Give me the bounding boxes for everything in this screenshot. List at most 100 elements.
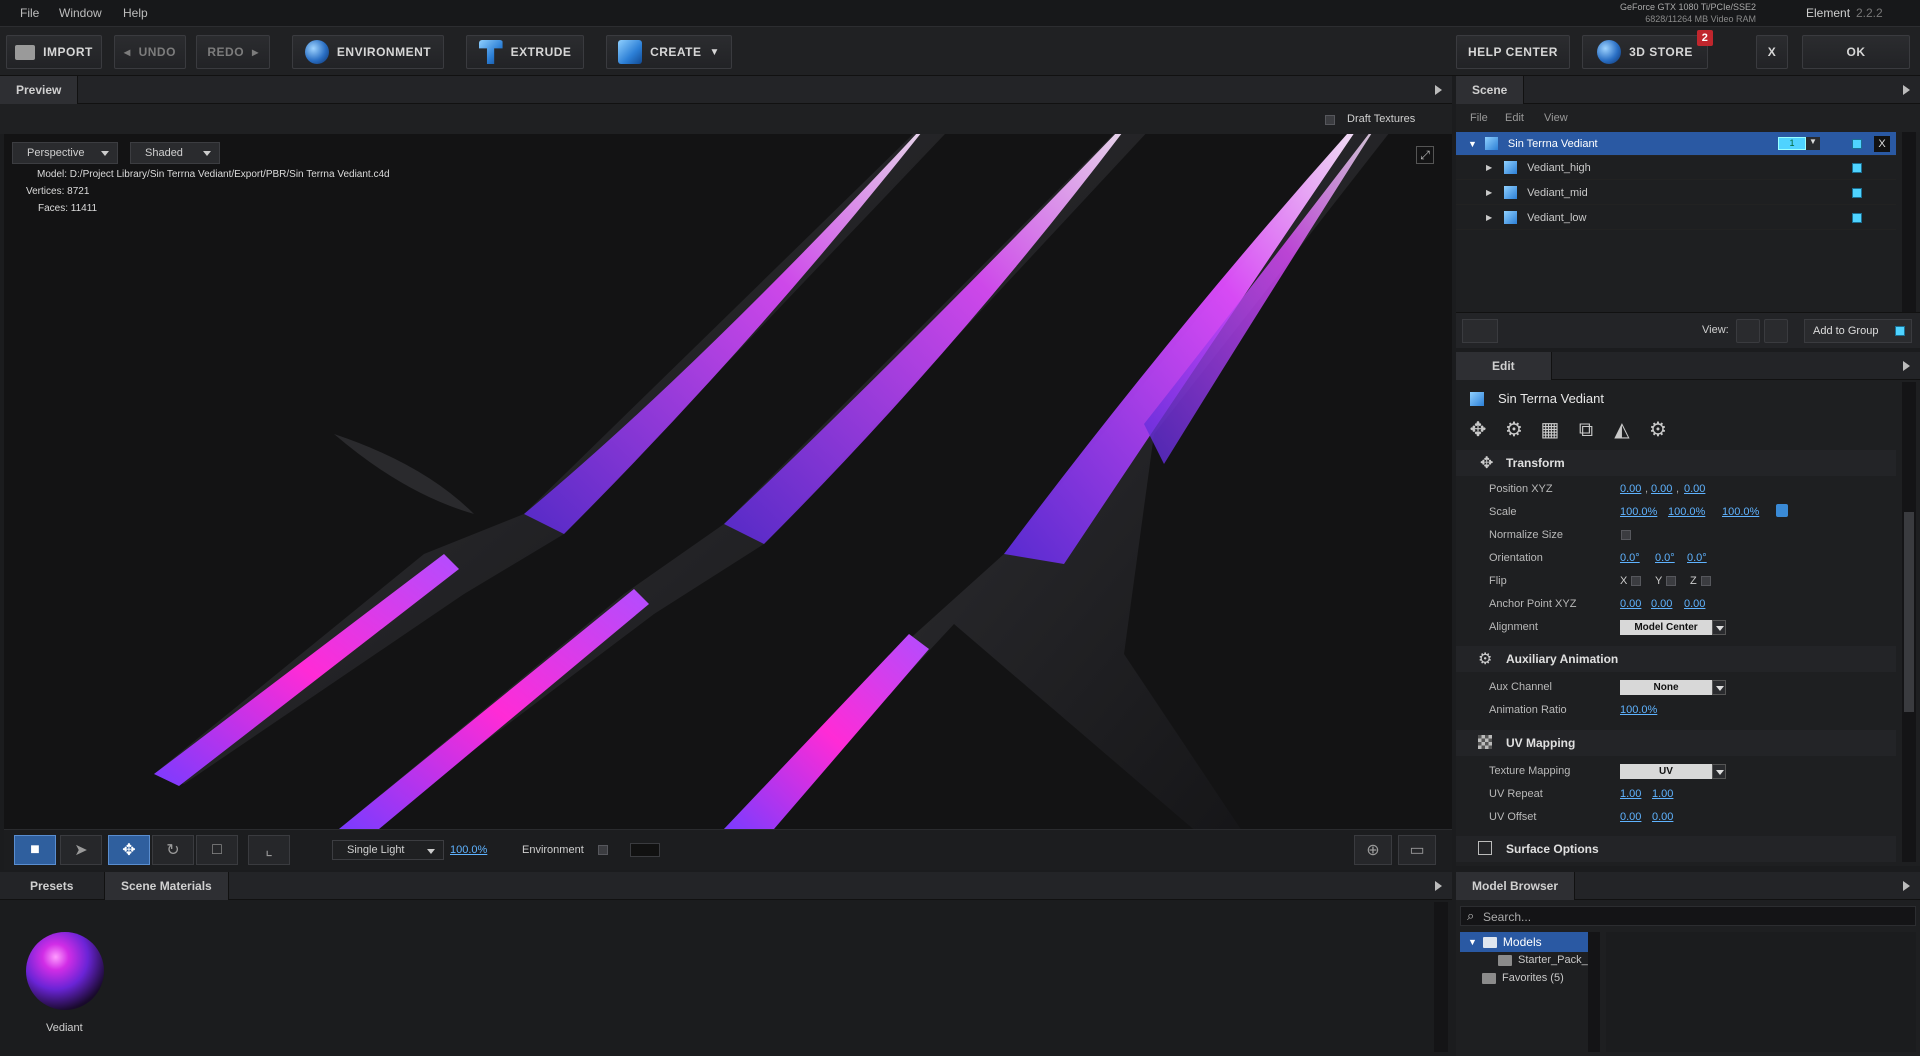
aux-section-header[interactable]: ⚙ Auxiliary Animation <box>1456 646 1896 672</box>
collapse-arrow-icon[interactable] <box>1435 85 1442 95</box>
scale-y[interactable]: 100.0% <box>1668 506 1705 518</box>
position-y[interactable]: 0.00 <box>1651 483 1672 495</box>
visibility-toggle[interactable] <box>1852 163 1862 173</box>
scene-child-row[interactable]: ▶ Vediant_low <box>1456 206 1896 230</box>
crosshair-icon[interactable]: ⊕ <box>1354 835 1392 865</box>
move-tool-icon[interactable]: ✥ <box>108 835 150 865</box>
tab-model-browser[interactable]: Model Browser <box>1456 872 1576 900</box>
redo-button[interactable]: REDO ▸ <box>196 35 270 69</box>
draft-textures-checkbox[interactable] <box>1325 115 1335 125</box>
flip-x-checkbox[interactable] <box>1631 576 1641 586</box>
delete-icon[interactable]: X <box>1874 136 1890 152</box>
normalize-checkbox[interactable] <box>1621 530 1631 540</box>
scale-tool-icon[interactable]: □ <box>196 835 238 865</box>
add-to-group-button[interactable]: Add to Group <box>1804 319 1912 343</box>
tab-edit[interactable]: Edit <box>1456 352 1552 380</box>
uv-offset-v[interactable]: 0.00 <box>1652 811 1673 823</box>
expand-icon[interactable]: ▼ <box>1468 139 1477 149</box>
tab-preview[interactable]: Preview <box>0 76 79 104</box>
tab-scene-materials[interactable]: Scene Materials <box>104 872 229 900</box>
view-mode-dropdown[interactable]: Perspective <box>12 142 118 164</box>
chevron-down-icon[interactable] <box>1712 620 1726 635</box>
scale-z[interactable]: 100.0% <box>1722 506 1759 518</box>
copy-icon[interactable]: ⧉ <box>1574 418 1598 442</box>
alignment-dropdown[interactable]: Model Center <box>1620 620 1712 635</box>
light-mode-dropdown[interactable]: Single Light <box>332 840 444 860</box>
transform-icon[interactable]: ✥ <box>1466 418 1490 442</box>
uv-checker-icon[interactable]: ▦ <box>1538 418 1562 442</box>
flip-z-checkbox[interactable] <box>1701 576 1711 586</box>
position-x[interactable]: 0.00 <box>1620 483 1641 495</box>
anchor-z[interactable]: 0.00 <box>1684 598 1705 610</box>
axis-tool-icon[interactable]: ⌞ <box>248 835 290 865</box>
visibility-toggle[interactable] <box>1852 139 1862 149</box>
edit-scrollbar[interactable] <box>1902 382 1916 862</box>
expand-icon[interactable]: ▶ <box>1486 213 1492 222</box>
collapse-arrow-icon[interactable] <box>1903 361 1910 371</box>
tab-scene[interactable]: Scene <box>1456 76 1525 104</box>
menu-file[interactable]: File <box>20 6 39 20</box>
surface-icon[interactable]: ◭ <box>1610 418 1634 442</box>
orientation-y[interactable]: 0.0° <box>1655 552 1675 564</box>
camera-tool-icon[interactable]: ■ <box>14 835 56 865</box>
expand-icon[interactable]: ▼ <box>1468 937 1477 947</box>
flip-y-checkbox[interactable] <box>1666 576 1676 586</box>
material-thumbnail[interactable] <box>26 932 104 1010</box>
screen-icon[interactable]: ▭ <box>1398 835 1436 865</box>
tree-item-starter-pack[interactable]: Starter_Pack_ <box>1498 954 1588 966</box>
3d-viewport[interactable]: Perspective Shaded ⤢ Model: D:/Project L… <box>4 134 1452 829</box>
collapse-arrow-icon[interactable] <box>1903 881 1910 891</box>
environment-button[interactable]: ENVIRONMENT <box>292 35 444 69</box>
anchor-x[interactable]: 0.00 <box>1620 598 1641 610</box>
ok-button[interactable]: OK <box>1802 35 1910 69</box>
light-intensity-value[interactable]: 100.0% <box>450 844 487 856</box>
scene-child-row[interactable]: ▶ Vediant_high <box>1456 156 1896 180</box>
create-button[interactable]: CREATE ▼ <box>606 35 732 69</box>
surface-section-header[interactable]: Surface Options <box>1456 836 1896 862</box>
sphere-view-icon[interactable] <box>1736 319 1760 343</box>
texture-mapping-dropdown[interactable]: UV <box>1620 764 1712 779</box>
tab-presets[interactable]: Presets <box>14 872 89 900</box>
orientation-x[interactable]: 0.0° <box>1620 552 1640 564</box>
tree-item-models[interactable]: ▼ Models <box>1460 932 1588 952</box>
visibility-toggle[interactable] <box>1852 188 1862 198</box>
search-input[interactable]: Search... <box>1483 910 1531 924</box>
aux-channel-dropdown[interactable]: None <box>1620 680 1712 695</box>
menu-window[interactable]: Window <box>59 6 102 20</box>
scene-child-row[interactable]: ▶ Vediant_mid <box>1456 181 1896 205</box>
visibility-toggle[interactable] <box>1852 213 1862 223</box>
animation-ratio-value[interactable]: 100.0% <box>1620 704 1657 716</box>
layer-badge[interactable]: 1 <box>1778 137 1806 150</box>
help-center-button[interactable]: HELP CENTER <box>1456 35 1570 69</box>
chevron-down-icon[interactable] <box>1712 764 1726 779</box>
chevron-down-icon[interactable]: ▼ <box>1806 137 1820 150</box>
lock-icon[interactable] <box>1776 504 1788 517</box>
expand-icon[interactable]: ▶ <box>1486 188 1492 197</box>
menu-help[interactable]: Help <box>123 6 148 20</box>
maximize-icon[interactable]: ⤢ <box>1416 146 1434 164</box>
tree-item-favorites[interactable]: Favorites (5) <box>1482 972 1564 984</box>
select-tool-icon[interactable]: ➤ <box>60 835 102 865</box>
scene-menu-edit[interactable]: Edit <box>1505 112 1524 124</box>
uv-repeat-u[interactable]: 1.00 <box>1620 788 1641 800</box>
scene-menu-file[interactable]: File <box>1470 112 1488 124</box>
store-button[interactable]: 3D STORE 2 <box>1582 30 1713 69</box>
expand-icon[interactable]: ▶ <box>1486 163 1492 172</box>
scale-x[interactable]: 100.0% <box>1620 506 1657 518</box>
environment-checkbox[interactable] <box>598 845 608 855</box>
extrude-button[interactable]: EXTRUDE <box>466 35 584 69</box>
collapse-arrow-icon[interactable] <box>1435 881 1442 891</box>
import-button[interactable]: IMPORT <box>6 35 102 69</box>
model-tree-scrollbar[interactable] <box>1588 932 1600 1052</box>
new-folder-icon[interactable] <box>1462 319 1498 343</box>
cancel-button[interactable]: X <box>1756 35 1788 69</box>
anchor-y[interactable]: 0.00 <box>1651 598 1672 610</box>
collapse-arrow-icon[interactable] <box>1903 85 1910 95</box>
environment-color-swatch[interactable] <box>630 843 660 857</box>
material-view-icon[interactable] <box>1764 319 1788 343</box>
scene-menu-view[interactable]: View <box>1544 112 1568 124</box>
undo-button[interactable]: ◂ UNDO <box>114 35 186 69</box>
rotate-tool-icon[interactable]: ↻ <box>152 835 194 865</box>
search-box[interactable]: ⌕ Search... <box>1460 906 1916 926</box>
settings-gear-icon[interactable]: ⚙ <box>1646 418 1670 442</box>
